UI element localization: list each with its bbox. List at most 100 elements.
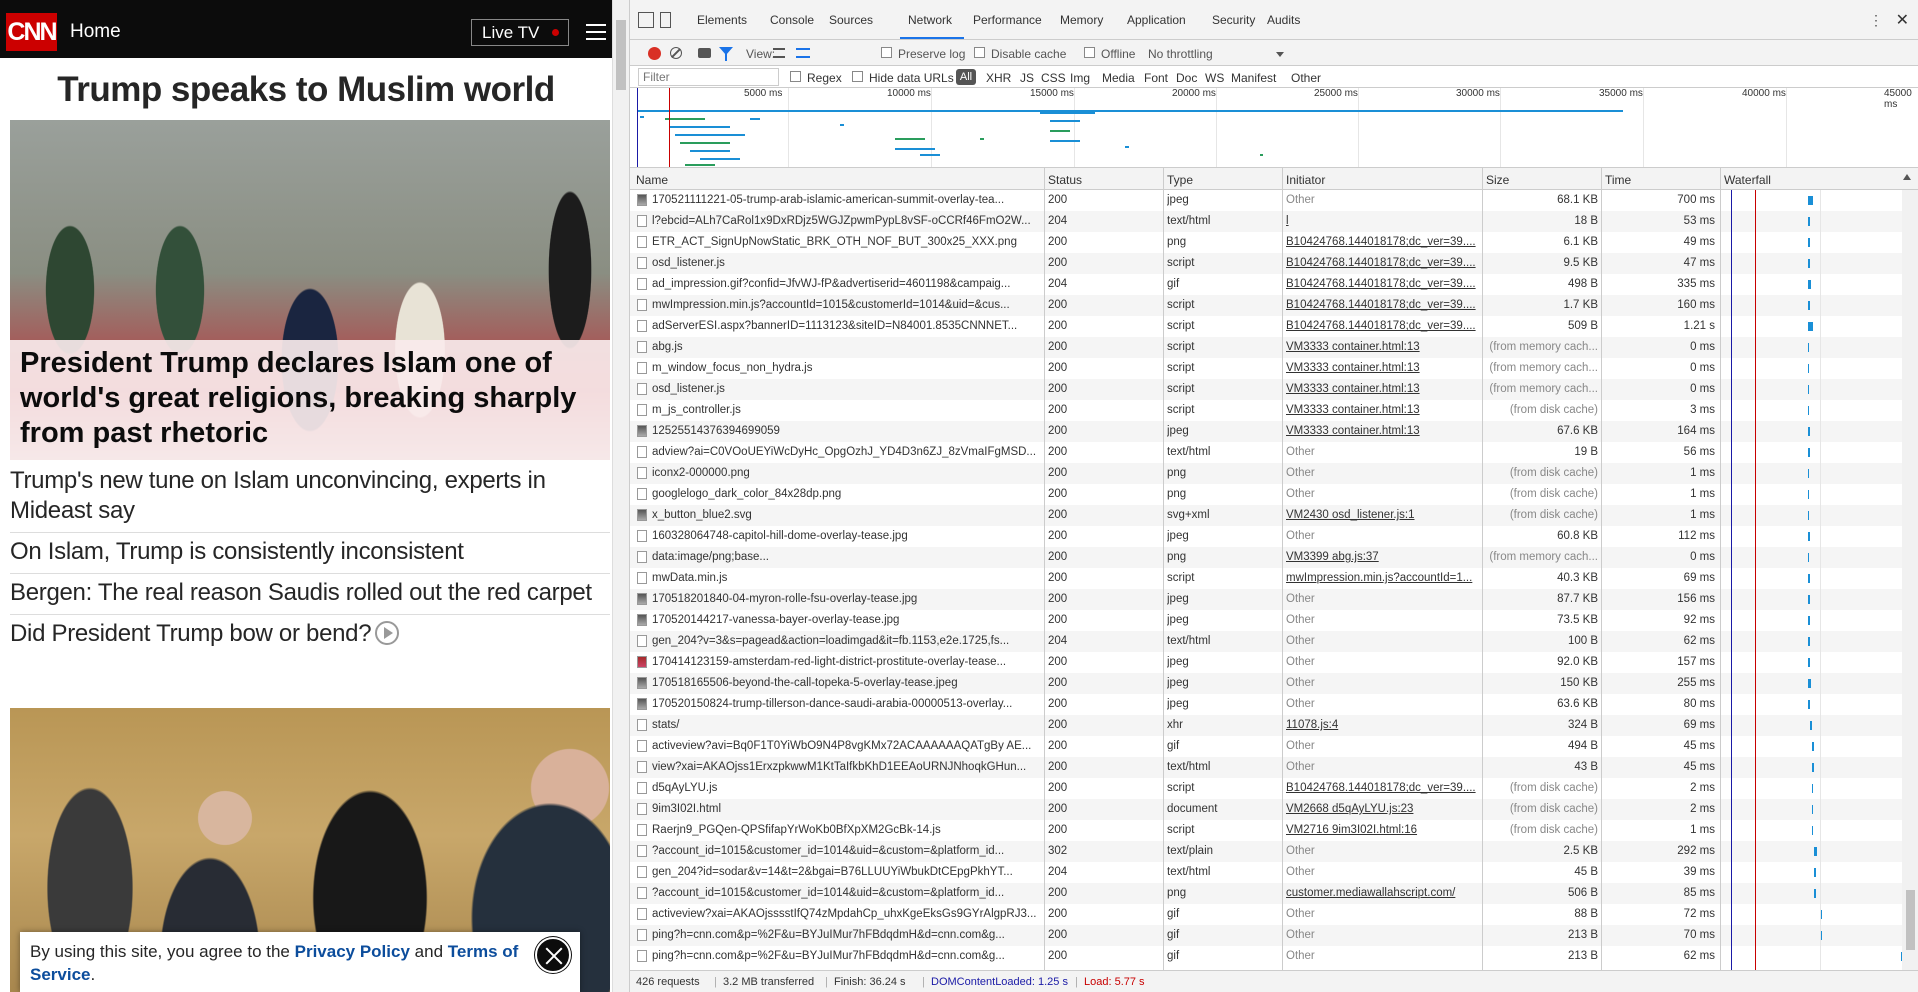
- request-row[interactable]: data:image/png;base... 200 png VM3399 abg.j…: [630, 547, 1918, 568]
- filter-type-doc[interactable]: Doc: [1176, 71, 1197, 85]
- request-row[interactable]: adServerESI.aspx?bannerID=1113123&siteID…: [630, 316, 1918, 337]
- column-header-type[interactable]: Type: [1167, 173, 1193, 187]
- filter-type-other[interactable]: Other: [1291, 71, 1321, 85]
- request-row[interactable]: stats/200 xhr 11078.js:4 324 B 69 ms: [630, 715, 1918, 736]
- request-row[interactable]: activeview?avi=Bq0F1T0YiWbO9N4P8vgKMx72A…: [630, 736, 1918, 757]
- request-row[interactable]: m_js_controller.js 200 script VM3333 contai…: [630, 400, 1918, 421]
- offline-checkbox[interactable]: [1084, 47, 1095, 58]
- request-row[interactable]: Raerjn9_PGQen-QPSfifapYrWoKb0BfXpXM2GcBk…: [630, 820, 1918, 841]
- filter-icon[interactable]: [719, 47, 733, 61]
- tab-audits[interactable]: Audits: [1267, 13, 1300, 27]
- device-toolbar-icon[interactable]: [660, 12, 671, 28]
- request-initiator[interactable]: VM3399 abg.js:37: [1286, 551, 1478, 563]
- cnn-logo[interactable]: CNN: [6, 13, 58, 51]
- tab-memory[interactable]: Memory: [1060, 13, 1103, 27]
- column-header-size[interactable]: Size: [1486, 173, 1509, 187]
- filter-type-manifest[interactable]: Manifest: [1231, 71, 1276, 85]
- request-initiator[interactable]: l: [1286, 215, 1478, 227]
- live-tv-button[interactable]: Live TV: [471, 19, 569, 46]
- request-row[interactable]: adview?ai=C0VOoUEYiWcDyHc_OpgOzhJ_YD4D3n…: [630, 442, 1918, 463]
- request-row[interactable]: gen_204?v=3&s=pagead&action=loadimgad&it…: [630, 631, 1918, 652]
- list-view-icon[interactable]: [773, 48, 785, 58]
- hero-headline[interactable]: President Trump declares Islam one of wo…: [20, 346, 605, 451]
- request-row[interactable]: ping?h=cnn.com&p=%2F&u=BYJuIMur7hFBdqdmH…: [630, 946, 1918, 967]
- request-initiator[interactable]: VM2430 osd_listener.js:1: [1286, 509, 1478, 521]
- column-header-status[interactable]: Status: [1048, 173, 1082, 187]
- disable-cache-checkbox[interactable]: [974, 47, 985, 58]
- request-row[interactable]: mwImpression.min.js?accountId=1015&custo…: [630, 295, 1918, 316]
- request-initiator[interactable]: B10424768.144018178;dc_ver=39....: [1286, 257, 1478, 269]
- request-initiator[interactable]: VM3333 container.html:13: [1286, 404, 1478, 416]
- request-initiator[interactable]: customer.mediawallahscript.com/: [1286, 887, 1478, 899]
- tab-performance[interactable]: Performance: [973, 13, 1042, 27]
- request-initiator[interactable]: B10424768.144018178;dc_ver=39....: [1286, 782, 1478, 794]
- hide-data-urls-checkbox[interactable]: [852, 71, 863, 82]
- preserve-log-checkbox[interactable]: [881, 47, 892, 58]
- request-row[interactable]: view?xai=AKAOjss1ErxzpkwwM1KtTaIfkbKhD1E…: [630, 757, 1918, 778]
- page-scrollbar[interactable]: [612, 0, 629, 992]
- top-headline[interactable]: Trump speaks to Muslim world: [0, 70, 612, 110]
- scrollbar-thumb[interactable]: [616, 20, 626, 90]
- tab-security[interactable]: Security: [1212, 13, 1255, 27]
- regex-checkbox[interactable]: [790, 71, 801, 82]
- request-row[interactable]: ?account_id=1015&customer_id=1014&uid=&c…: [630, 841, 1918, 862]
- filter-type-all[interactable]: All: [956, 69, 976, 85]
- capture-screenshots-icon[interactable]: [698, 48, 711, 58]
- story-link-video[interactable]: Did President Trump bow or bend?: [10, 615, 610, 655]
- request-initiator[interactable]: 11078.js:4: [1286, 719, 1478, 731]
- story-link[interactable]: Bergen: The real reason Saudis rolled ou…: [10, 574, 610, 615]
- waterfall-view-icon[interactable]: [796, 48, 810, 58]
- record-icon[interactable]: [648, 47, 661, 60]
- story-link[interactable]: Trump's new tune on Islam unconvincing, …: [10, 462, 610, 533]
- tab-sources[interactable]: Sources: [829, 13, 873, 27]
- clear-icon[interactable]: [670, 47, 682, 59]
- request-row[interactable]: 170518201840-04-myron-rolle-fsu-overlay-…: [630, 589, 1918, 610]
- request-row[interactable]: ping?h=cnn.com&p=%2F&u=BYJuIMur7hFBdqdmH…: [630, 925, 1918, 946]
- request-row[interactable]: activeview?xai=AKAOjsssstIfQ74zMpdahCp_u…: [630, 904, 1918, 925]
- tab-network[interactable]: Network: [908, 13, 952, 27]
- inspect-element-icon[interactable]: [638, 12, 654, 28]
- filter-input[interactable]: [638, 68, 779, 86]
- request-row[interactable]: ?account_id=1015&customer_id=1014&uid=&c…: [630, 883, 1918, 904]
- request-row[interactable]: 170520144217-vanessa-bayer-overlay-tease…: [630, 610, 1918, 631]
- filter-type-ws[interactable]: WS: [1205, 71, 1224, 85]
- privacy-policy-link[interactable]: Privacy Policy: [295, 942, 410, 961]
- sort-ascending-icon[interactable]: [1903, 174, 1911, 180]
- column-header-waterfall[interactable]: Waterfall: [1724, 173, 1771, 187]
- more-options-icon[interactable]: ⋮: [1869, 12, 1883, 29]
- filter-type-css[interactable]: CSS: [1041, 71, 1066, 85]
- request-row[interactable]: 160328064748-capitol-hill-dome-overlay-t…: [630, 526, 1918, 547]
- throttling-select[interactable]: No throttling: [1148, 47, 1213, 61]
- column-header-time[interactable]: Time: [1605, 173, 1631, 187]
- filter-type-js[interactable]: JS: [1020, 71, 1034, 85]
- request-initiator[interactable]: B10424768.144018178;dc_ver=39....: [1286, 320, 1478, 332]
- hero-story[interactable]: President Trump declares Islam one of wo…: [10, 120, 610, 460]
- request-initiator[interactable]: VM3333 container.html:13: [1286, 425, 1478, 437]
- request-initiator[interactable]: B10424768.144018178;dc_ver=39....: [1286, 299, 1478, 311]
- request-row[interactable]: 170518165506-beyond-the-call-topeka-5-ov…: [630, 673, 1918, 694]
- request-initiator[interactable]: mwImpression.min.js?accountId=1...: [1286, 572, 1478, 584]
- request-row[interactable]: iconx2-000000.png 200 png Other (from disk c…: [630, 463, 1918, 484]
- column-header-name[interactable]: Name: [636, 173, 668, 187]
- filter-type-font[interactable]: Font: [1144, 71, 1168, 85]
- request-initiator[interactable]: B10424768.144018178;dc_ver=39....: [1286, 278, 1478, 290]
- tab-console[interactable]: Console: [770, 13, 814, 27]
- close-icon[interactable]: [535, 937, 571, 973]
- chevron-down-icon[interactable]: [1276, 52, 1284, 57]
- request-initiator[interactable]: VM3333 container.html:13: [1286, 341, 1478, 353]
- request-row[interactable]: 170520150824-trump-tillerson-dance-saudi…: [630, 694, 1918, 715]
- column-header-initiator[interactable]: Initiator: [1286, 173, 1325, 187]
- request-initiator[interactable]: VM3333 container.html:13: [1286, 383, 1478, 395]
- request-row[interactable]: l?ebcid=ALh7CaRol1x9DxRDjz5WGJZpwmPypL8v…: [630, 211, 1918, 232]
- request-row[interactable]: 170414123159-amsterdam-red-light-distric…: [630, 652, 1918, 673]
- request-initiator[interactable]: VM3333 container.html:13: [1286, 362, 1478, 374]
- request-row[interactable]: d5qAyLYU.js 200 script B10424768.144018178;…: [630, 778, 1918, 799]
- request-row[interactable]: m_window_focus_non_hydra.js 200 script VM33…: [630, 358, 1918, 379]
- tab-application[interactable]: Application: [1127, 13, 1186, 27]
- request-row[interactable]: osd_listener.js 200 script VM3333 container…: [630, 379, 1918, 400]
- filter-type-media[interactable]: Media: [1102, 71, 1135, 85]
- filter-type-xhr[interactable]: XHR: [986, 71, 1011, 85]
- network-overview[interactable]: 5000 ms 10000 ms 15000 ms 20000 ms 25000 ms 3…: [630, 88, 1918, 168]
- request-row[interactable]: osd_listener.js 200 script B10424768.144018…: [630, 253, 1918, 274]
- request-row[interactable]: googlelogo_dark_color_84x28dp.png 200 png O…: [630, 484, 1918, 505]
